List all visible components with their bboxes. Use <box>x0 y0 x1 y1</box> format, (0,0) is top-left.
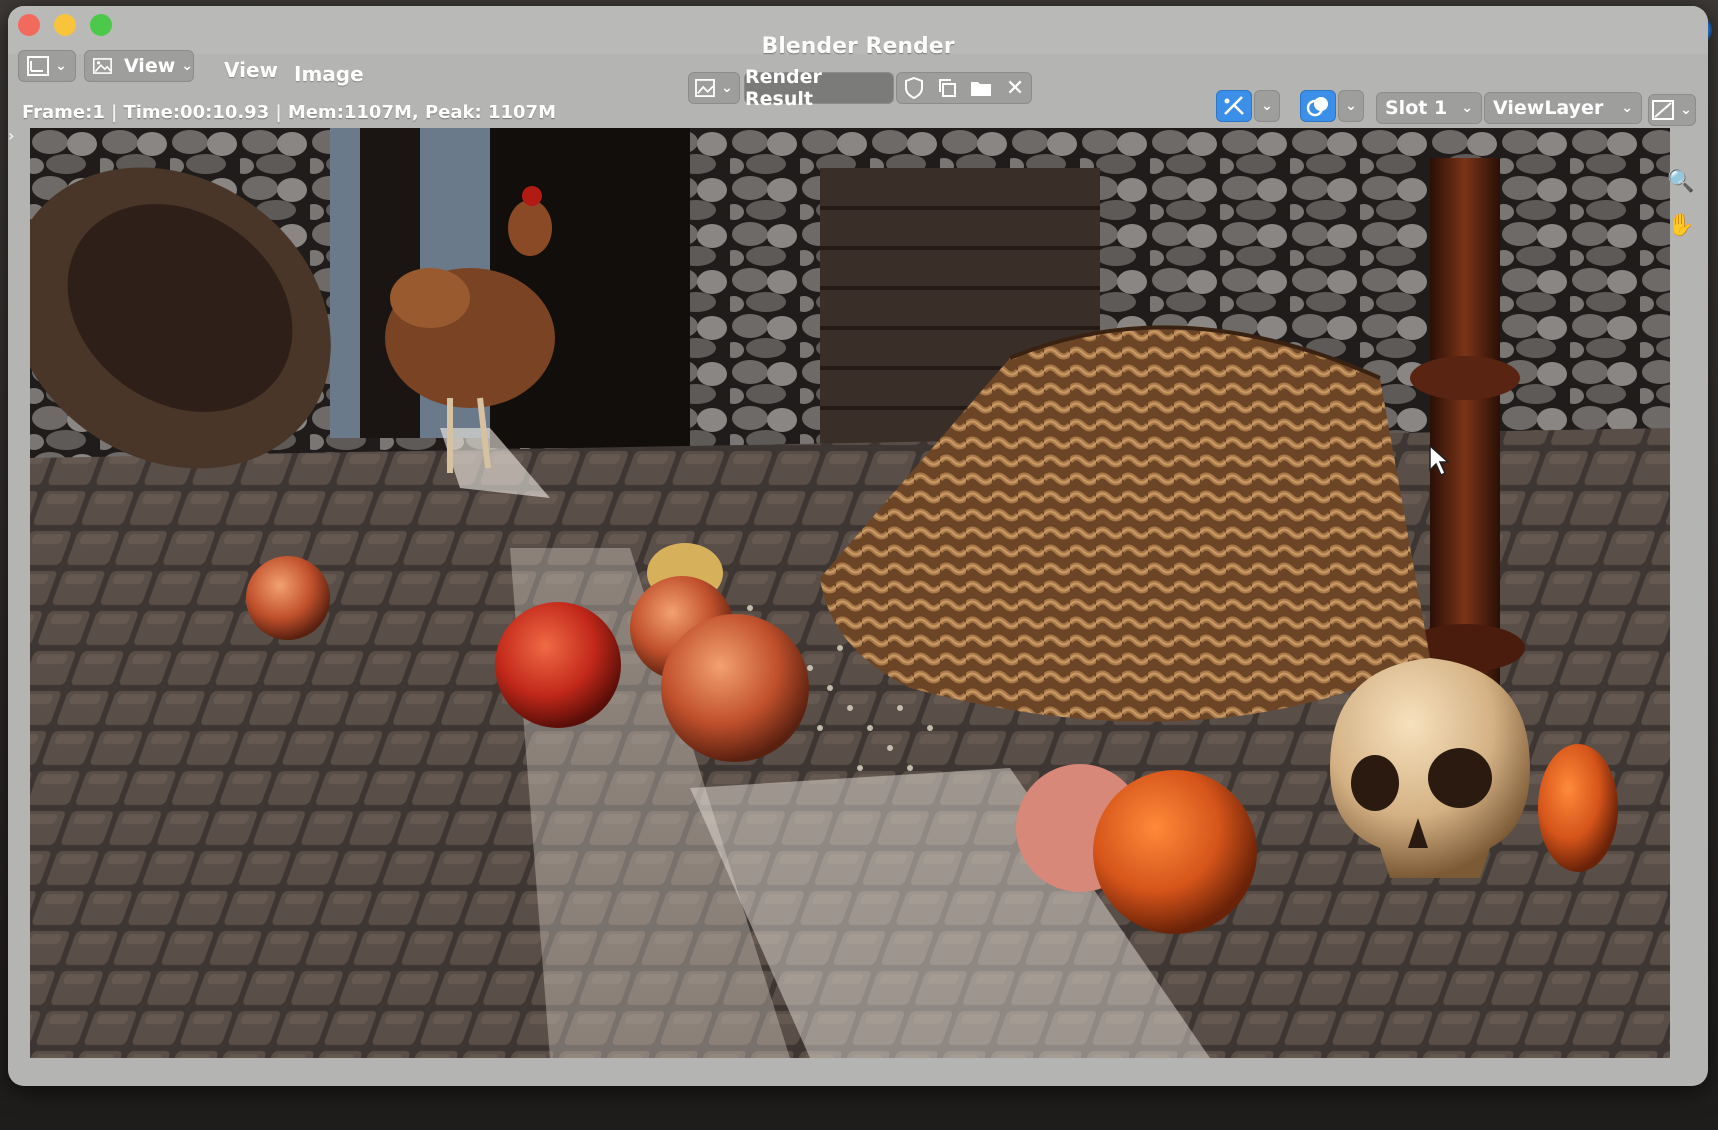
slot-dropdown[interactable]: Slot 1 ⌄ <box>1376 92 1482 124</box>
image-icon <box>93 58 112 74</box>
chevron-down-icon: ⌄ <box>1680 102 1692 118</box>
chevron-down-icon: ⌄ <box>181 58 193 74</box>
chevron-down-icon: ⌄ <box>1261 98 1273 114</box>
image-datablock-buttons: ✕ <box>896 72 1032 104</box>
render-result-viewport[interactable] <box>30 128 1670 1058</box>
gizmo-icon <box>1224 96 1244 115</box>
status-separator: | <box>110 102 118 123</box>
image-name-text: Render Result <box>745 66 822 110</box>
zoom-icon[interactable]: 🔍 <box>1666 166 1696 196</box>
render-status-bar: Frame:1 | Time:00:10.93 | Mem:1107M, Peak: 1… <box>22 102 556 123</box>
chevron-down-icon: ⌄ <box>55 58 67 74</box>
status-separator: | <box>275 102 282 123</box>
image-editor-icon <box>27 56 50 76</box>
chevron-down-icon: ⌄ <box>721 80 733 96</box>
render-image <box>30 128 1670 1058</box>
zoom-window-button[interactable] <box>90 14 112 36</box>
menu-image[interactable]: Image <box>294 62 364 86</box>
minimize-window-button[interactable] <box>54 14 76 36</box>
display-channels-icon <box>1652 100 1675 120</box>
image-browse-icon <box>695 79 716 97</box>
display-channels-dropdown[interactable]: ⌄ <box>1648 94 1696 126</box>
overlay-icon <box>1306 97 1328 117</box>
chevron-down-icon: ⌄ <box>1461 100 1473 116</box>
image-name-field[interactable]: Render Result <box>744 66 894 110</box>
mouse-cursor-icon <box>1429 444 1450 477</box>
gizmo-dropdown[interactable]: ⌄ <box>1254 90 1280 122</box>
menu-view[interactable]: View <box>224 58 278 82</box>
sidebar-expand-arrow[interactable]: › <box>8 126 14 145</box>
status-frame: Frame:1 <box>22 102 105 123</box>
overlay-dropdown[interactable]: ⌄ <box>1338 90 1364 122</box>
view-mode-dropdown[interactable]: View ⌄ <box>84 50 194 82</box>
image-browse-button[interactable]: ⌄ <box>688 72 740 104</box>
chevron-down-icon: ⌄ <box>1345 98 1357 114</box>
gizmo-toggle[interactable] <box>1216 90 1252 122</box>
chevron-down-icon: ⌄ <box>1621 100 1633 116</box>
slot-label: Slot 1 <box>1385 97 1448 119</box>
shield-icon[interactable] <box>904 77 924 99</box>
close-window-button[interactable] <box>18 14 40 36</box>
editor-type-dropdown[interactable]: ⌄ <box>18 50 76 82</box>
view-mode-label: View <box>123 55 176 77</box>
viewport-navigation: 🔍 ✋ <box>1666 166 1700 254</box>
hand-icon[interactable]: ✋ <box>1666 210 1696 240</box>
view-layer-label: ViewLayer <box>1493 97 1604 119</box>
close-icon[interactable]: ✕ <box>1006 76 1024 101</box>
blender-render-window: Blender Render ⌄ View ⌄ View Image ⌄ Ren… <box>8 6 1708 1086</box>
copy-icon[interactable] <box>937 78 957 98</box>
status-time: Time:00:10.93 <box>123 102 270 123</box>
folder-icon[interactable] <box>970 79 992 97</box>
overlay-toggle[interactable] <box>1300 90 1336 122</box>
view-layer-dropdown[interactable]: ViewLayer ⌄ <box>1484 92 1642 124</box>
status-memory: Mem:1107M, Peak: 1107M <box>287 102 556 123</box>
